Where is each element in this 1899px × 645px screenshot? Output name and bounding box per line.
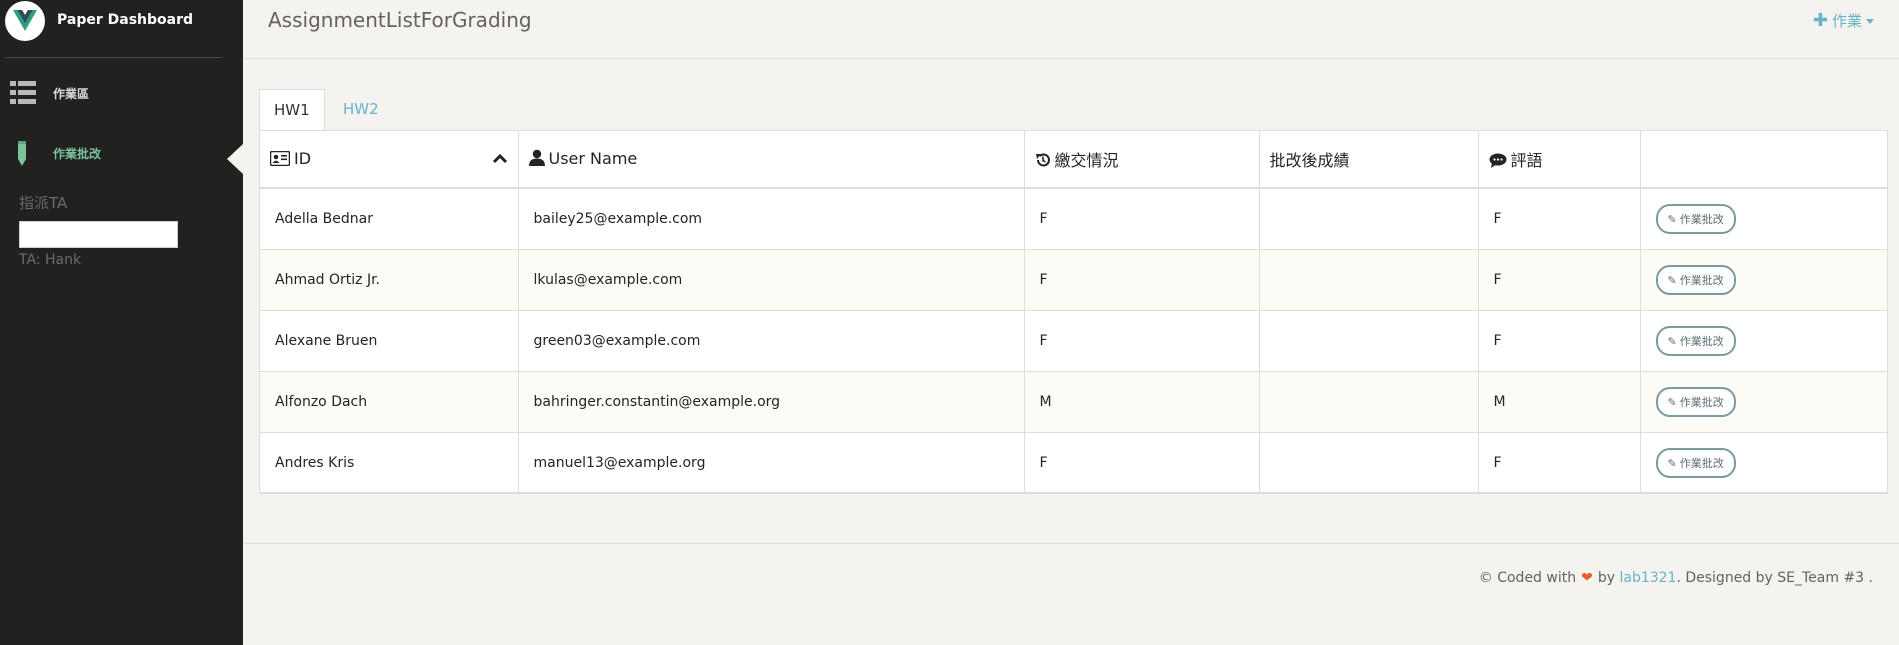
plus-icon: ✚	[1812, 10, 1828, 31]
table-row: Andres Kris manuel13@example.org F F ✎ 作業…	[260, 432, 1887, 494]
footer-by: by	[1597, 570, 1616, 586]
column-header-label: User Name	[548, 148, 638, 168]
cell-id: Adella Bednar	[260, 188, 519, 250]
footer-prefix: © Coded with	[1478, 570, 1577, 586]
brand-title: Paper Dashboard	[57, 12, 194, 28]
column-header-graded-score[interactable]: 批改後成績	[1259, 131, 1479, 189]
top-navbar: AssignmentListForGrading ✚ 作業	[243, 0, 1899, 59]
sidebar-item-label: 作業區	[53, 87, 90, 101]
cell-status: F	[1024, 249, 1260, 311]
pencil-icon: ✎	[1667, 273, 1677, 287]
cell-score	[1259, 188, 1479, 250]
ta-name-label: TA: Hank	[19, 252, 82, 268]
table-row: Alfonzo Dach bahringer.constantin@exampl…	[260, 371, 1887, 433]
active-caret	[227, 144, 243, 174]
user-icon	[528, 149, 545, 170]
pencil-icon: ✎	[1667, 456, 1677, 470]
cell-id: Ahmad Ortiz Jr.	[260, 249, 519, 311]
column-header-username[interactable]: User Name	[518, 131, 1025, 189]
column-header-actions	[1640, 131, 1887, 189]
cell-status: F	[1024, 432, 1260, 494]
sidebar-item-grading[interactable]: 作業批改	[0, 131, 243, 175]
table-row: Adella Bednar bailey25@example.com F F ✎…	[260, 188, 1887, 250]
cell-comment: F	[1478, 249, 1641, 311]
cell-id: Alfonzo Dach	[260, 371, 519, 433]
id-card-icon	[269, 150, 291, 170]
list-icon	[10, 81, 36, 109]
cell-comment: F	[1478, 310, 1641, 372]
table-row: Alexane Bruen green03@example.com F F ✎ 作…	[260, 310, 1887, 372]
grade-button-label: 作業批改	[1679, 273, 1724, 287]
cell-id: Andres Kris	[260, 432, 519, 494]
comment-icon	[1489, 153, 1507, 172]
cell-score	[1259, 371, 1479, 433]
pencil-icon: ✎	[1667, 334, 1677, 348]
cell-username: lkulas@example.com	[518, 249, 1025, 311]
grade-button[interactable]: ✎ 作業批改	[1655, 386, 1736, 417]
cell-status: F	[1024, 310, 1260, 372]
history-icon	[1035, 152, 1051, 172]
column-header-label: 評語	[1510, 150, 1543, 170]
sidebar: Paper Dashboard 作業區 作業批改 指派TA TA: Hank	[0, 0, 243, 645]
cell-score	[1259, 249, 1479, 311]
cell-status: F	[1024, 188, 1260, 250]
cell-comment: F	[1478, 188, 1641, 250]
pencil-icon	[16, 141, 28, 171]
column-header-label: 繳交情況	[1054, 150, 1119, 170]
cell-score	[1259, 432, 1479, 494]
footer-credits: © Coded with ❤ by lab1321. Designed by SE_…	[1479, 570, 1873, 586]
vue-logo-icon	[5, 1, 45, 41]
sidebar-item-label: 作業批改	[53, 147, 102, 161]
pencil-icon: ✎	[1667, 212, 1677, 226]
author-link[interactable]: lab1321	[1619, 570, 1676, 586]
cell-username: manuel13@example.org	[518, 432, 1025, 494]
grading-table: ID User Name 繳交情況 批改後成績 評語 Adella Bednar…	[260, 131, 1887, 494]
cell-comment: F	[1478, 432, 1641, 494]
cell-username: green03@example.com	[518, 310, 1025, 372]
grade-button[interactable]: ✎ 作業批改	[1655, 203, 1736, 234]
caret-down-icon	[1866, 19, 1874, 24]
cell-actions: ✎ 作業批改	[1640, 188, 1887, 250]
footer-suffix: . Designed by SE_Team #3 .	[1676, 570, 1873, 586]
footer: © Coded with ❤ by lab1321. Designed by SE_…	[243, 543, 1899, 645]
sort-ascending-icon[interactable]	[492, 149, 508, 168]
cell-status: M	[1024, 371, 1260, 433]
sidebar-item-assignments[interactable]: 作業區	[0, 71, 243, 115]
column-header-label: ID	[294, 148, 312, 168]
assign-ta-input[interactable]	[19, 221, 178, 248]
divider	[5, 57, 223, 58]
cell-score	[1259, 310, 1479, 372]
cell-username: bailey25@example.com	[518, 188, 1025, 250]
table-row: Ahmad Ortiz Jr. lkulas@example.com F F ✎…	[260, 249, 1887, 311]
cell-id: Alexane Bruen	[260, 310, 519, 372]
grade-button-label: 作業批改	[1679, 334, 1724, 348]
page-title: AssignmentListForGrading	[268, 8, 532, 32]
grading-table-card: ID User Name 繳交情況 批改後成績 評語 Adella Bednar…	[259, 130, 1888, 494]
grade-button-label: 作業批改	[1679, 395, 1724, 409]
cell-actions: ✎ 作業批改	[1640, 432, 1887, 494]
grade-button[interactable]: ✎ 作業批改	[1655, 447, 1736, 478]
column-header-submission-status[interactable]: 繳交情況	[1024, 131, 1260, 189]
pencil-icon: ✎	[1667, 395, 1677, 409]
cell-actions: ✎ 作業批改	[1640, 249, 1887, 311]
grade-button-label: 作業批改	[1679, 456, 1724, 470]
assignment-dropdown[interactable]: ✚ 作業	[1813, 10, 1874, 31]
brand[interactable]: Paper Dashboard	[0, 0, 243, 58]
column-header-id[interactable]: ID	[260, 131, 519, 189]
cell-actions: ✎ 作業批改	[1640, 310, 1887, 372]
grade-button[interactable]: ✎ 作業批改	[1655, 264, 1736, 295]
cell-username: bahringer.constantin@example.org	[518, 371, 1025, 433]
heart-icon: ❤	[1581, 570, 1593, 586]
cell-actions: ✎ 作業批改	[1640, 371, 1887, 433]
assign-ta-label: 指派TA	[19, 194, 68, 212]
grade-button[interactable]: ✎ 作業批改	[1655, 325, 1736, 356]
tab-hw2[interactable]: HW2	[329, 89, 393, 131]
column-header-label: 批改後成績	[1269, 151, 1350, 170]
grade-button-label: 作業批改	[1679, 212, 1724, 226]
column-header-comment[interactable]: 評語	[1478, 131, 1641, 189]
tab-hw1[interactable]: HW1	[259, 89, 325, 131]
assignment-dropdown-label: 作業	[1831, 12, 1862, 30]
cell-comment: M	[1478, 371, 1641, 433]
